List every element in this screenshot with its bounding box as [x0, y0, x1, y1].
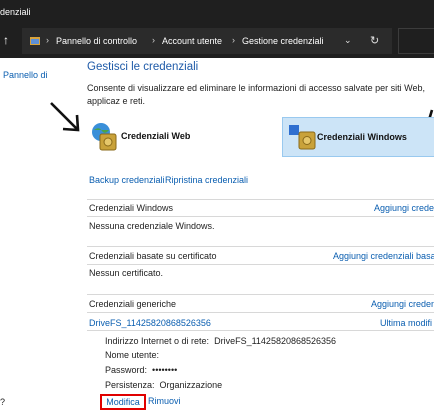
credential-modified-date[interactable]: Ultima modifi: [380, 318, 432, 328]
persistence-value: Organizzazione: [159, 380, 223, 390]
breadcrumb-separator-icon: ›: [152, 35, 155, 45]
address-bar[interactable]: › Pannello di controllo › Account utente…: [22, 28, 392, 54]
title-bar: denziali: [0, 0, 434, 24]
divider: [87, 246, 434, 247]
username-label: Nome utente:: [105, 350, 160, 360]
persistence-label: Persistenza:: [105, 380, 155, 390]
password-label: Password:: [105, 365, 148, 375]
divider: [87, 199, 434, 200]
breadcrumb-credential-manager[interactable]: Gestione credenziali: [242, 36, 324, 46]
restore-credentials-link[interactable]: Ripristina credenziali: [165, 175, 248, 185]
remove-credential-button[interactable]: Rimuovi: [148, 396, 181, 406]
divider: [87, 216, 434, 217]
sidebar-text: ?: [0, 397, 6, 407]
page-title: Gestisci le credenziali: [87, 61, 199, 73]
address-label: Indirizzo Internet o di rete:: [105, 336, 210, 346]
windows-vault-icon: [289, 125, 316, 150]
window-title: denziali: [0, 7, 31, 17]
sidebar-home-link[interactable]: Pannello di: [3, 70, 48, 80]
password-value: ••••••••: [152, 365, 178, 375]
add-windows-credential-link[interactable]: Aggiungi creden: [374, 203, 434, 213]
navigation-bar: ↑ › Pannello di controllo › Account uten…: [0, 24, 434, 58]
web-credentials-tab[interactable]: Credenziali Web: [90, 120, 200, 154]
up-arrow-icon[interactable]: ↑: [3, 33, 15, 47]
divider: [87, 264, 434, 265]
breadcrumb-separator-icon: ›: [232, 35, 235, 45]
breadcrumb-control-panel[interactable]: Pannello di controllo: [56, 36, 137, 46]
edit-credential-button[interactable]: Modifica: [100, 394, 146, 410]
backup-credentials-link[interactable]: Backup credenziali: [89, 175, 165, 185]
address-detail: Indirizzo Internet o di rete: DriveFS_11…: [105, 336, 336, 346]
certificate-credentials-empty: Nessun certificato.: [89, 268, 164, 278]
arrow-annotation-icon: [50, 102, 80, 132]
breadcrumb-separator-icon: ›: [46, 35, 49, 45]
windows-credentials-tab[interactable]: Credenziali Windows: [282, 117, 434, 157]
divider: [87, 330, 434, 331]
control-panel-icon: [30, 37, 40, 45]
persistence-detail: Persistenza: Organizzazione: [105, 380, 222, 390]
web-credentials-label: Credenziali Web: [121, 131, 191, 141]
add-generic-credential-link[interactable]: Aggiungi creden: [371, 299, 434, 309]
add-certificate-credential-link[interactable]: Aggiungi credenziali basate: [333, 251, 434, 261]
refresh-icon[interactable]: ↻: [370, 34, 379, 47]
divider: [87, 294, 434, 295]
breadcrumb-user-accounts[interactable]: Account utente: [162, 36, 222, 46]
windows-credentials-label: Credenziali Windows: [317, 132, 407, 142]
divider: [87, 312, 434, 313]
password-detail: Password: ••••••••: [105, 365, 177, 375]
chevron-down-icon[interactable]: ⌄: [344, 35, 352, 46]
globe-vault-icon: [92, 123, 117, 151]
search-input[interactable]: [398, 28, 434, 54]
credential-entry[interactable]: DriveFS_11425820868526356: [89, 318, 211, 328]
page-description: Consente di visualizzare ed eliminare le…: [87, 83, 425, 106]
address-value: DriveFS_11425820868526356: [214, 336, 337, 346]
windows-credentials-empty: Nessuna credenziale Windows.: [89, 221, 215, 231]
